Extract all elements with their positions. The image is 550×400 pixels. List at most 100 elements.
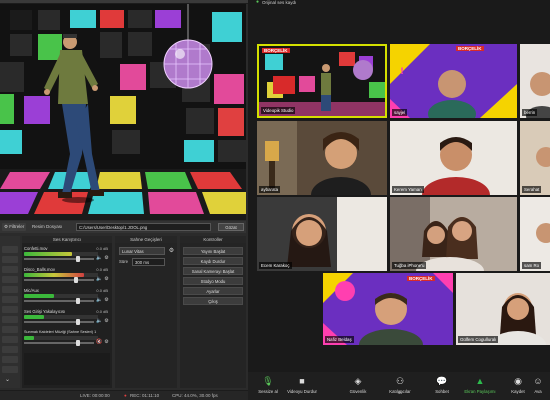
settings-button[interactable]: Ayarlar (183, 287, 243, 295)
participant-name: Videopik Studio (261, 107, 296, 114)
volume-slider[interactable] (24, 300, 94, 302)
volume-knob[interactable] (76, 256, 80, 262)
video-tile-ecem-karakoc[interactable]: Ecem Karakoç (257, 197, 387, 271)
level-meter (24, 252, 72, 256)
source-item[interactable] (2, 326, 18, 333)
source-item[interactable] (2, 266, 18, 273)
participant-video (520, 121, 550, 195)
rec-status: REC: 01:11:10 (130, 393, 160, 398)
video-tile-gulfem[interactable]: Gülfem Cogulluralı (456, 273, 550, 345)
chevron-down-icon[interactable]: ⌄ (5, 376, 10, 383)
track-db: 0.0 dB (96, 267, 108, 272)
source-item[interactable] (2, 296, 18, 303)
gear-icon[interactable]: ⚙ (104, 277, 109, 282)
video-tile-berrin[interactable]: berrin (520, 44, 550, 118)
video-tile-sam-ro[interactable]: sam Ro (520, 197, 550, 271)
volume-slider[interactable] (24, 279, 94, 281)
share-screen-icon: ▲ (475, 376, 485, 386)
source-item[interactable] (2, 246, 18, 253)
duration-label: Süre (119, 259, 129, 264)
volume-slider[interactable] (24, 342, 94, 344)
studio-mode-button[interactable]: Stüdyo Modu (183, 277, 243, 285)
controls-panel-header: Kontroller (180, 236, 246, 243)
source-item[interactable] (2, 316, 18, 323)
mixer-track: Confetti.mov 0.0 dB 🔈 ⚙ (24, 246, 110, 266)
gear-icon[interactable]: ⚙ (104, 256, 109, 261)
security-button[interactable]: ◈ Güvenlik (338, 374, 378, 398)
gear-icon[interactable]: ⚙ (104, 340, 109, 345)
stop-recording-button[interactable]: Kaydı Durdur (183, 257, 243, 265)
video-icon: ■ (299, 376, 305, 386)
start-stream-button[interactable]: Yayını Başlat (183, 247, 243, 255)
speaker-icon[interactable]: 🔈 (96, 319, 102, 324)
track-name: Disco_Balls.mov (24, 267, 55, 272)
track-name: Ses Girişi Yakalayıcısı (24, 309, 66, 314)
gear-icon[interactable]: ⚙ (104, 319, 109, 324)
reactions-button[interactable]: ☺ Ava (526, 374, 550, 398)
reactions-icon: ☺ (533, 376, 543, 386)
volume-knob[interactable] (74, 277, 78, 283)
source-item[interactable] (2, 276, 18, 283)
share-screen-label: Ekran Paylaşımı (464, 389, 496, 394)
reactions-label: Ava (534, 389, 542, 394)
video-tile-aybarata[interactable]: aybarata (257, 121, 387, 195)
disco-scene-illustration (0, 4, 246, 220)
volume-knob[interactable] (76, 340, 80, 346)
participant-name: Nafiz Beldaş (325, 336, 354, 343)
chat-icon: 💬 (436, 376, 448, 386)
audio-icon: ● (256, 0, 260, 5)
volume-knob[interactable] (76, 319, 80, 325)
participant-name: Kerem Yaman (392, 186, 424, 193)
svg-text:!: ! (400, 67, 404, 77)
exit-button[interactable]: Çıkış (183, 297, 243, 305)
share-screen-button[interactable]: ▲ Ekran Paylaşımı (460, 374, 500, 398)
video-tile-videopik-studio[interactable]: BORÇELİK Videopik Studio (257, 44, 387, 118)
transition-select[interactable]: Lunar Vitas (119, 247, 165, 255)
browse-button[interactable]: Gözat (218, 223, 244, 231)
source-item[interactable] (2, 256, 18, 263)
purple-background-graphic (323, 273, 453, 345)
speaker-icon[interactable]: 🔈 (96, 256, 102, 261)
track-name: Mic/Aux (24, 288, 39, 293)
image-path-field[interactable]: C:/Users/User/Desktop/1.JOOL.png (76, 223, 211, 231)
source-item[interactable] (2, 336, 18, 343)
mixer-track: Ses Girişi Yakalayıcısı 0.0 dB 🔈 ⚙ (24, 309, 110, 329)
participant-name: Tuğba iPhone'u (392, 262, 427, 269)
track-name: Confetti.mov (24, 246, 48, 251)
source-item[interactable] (2, 356, 18, 363)
participant-video (390, 197, 517, 271)
zoom-top-bar: ● Orijinal ses kaydı (248, 0, 550, 10)
participant-name: Ecem Karakoç (259, 262, 292, 269)
video-tile-nafiz-beldas[interactable]: BORÇELİK Nafiz Beldaş (323, 273, 453, 345)
volume-knob[interactable] (76, 298, 80, 304)
original-audio-label[interactable]: Orijinal ses kaydı (262, 0, 296, 5)
participant-name: sayjel (392, 109, 408, 116)
speaker-icon[interactable]: 🔈 (96, 277, 102, 282)
start-virtual-camera-button[interactable]: Sanal Kamerayı Başlat (183, 267, 243, 275)
record-dot-icon: ● (124, 393, 127, 398)
speaker-muted-icon[interactable]: 🔇 (96, 340, 102, 345)
video-tile-tugba-iphone[interactable]: Tuğba iPhone'u (390, 197, 517, 271)
chat-button[interactable]: 💬 Sohbet (422, 374, 462, 398)
stop-video-label: Videoyu Durdur (287, 389, 317, 394)
mic-icon: 🎙 (262, 376, 274, 386)
video-tile-sayjel[interactable]: ! BORÇELİK sayjel (390, 44, 517, 118)
source-item[interactable] (2, 346, 18, 353)
source-item[interactable] (2, 286, 18, 293)
scene-transitions-panel: Lunar Vitas ⚙ Süre 300 ms (115, 243, 177, 388)
stop-video-button[interactable]: ■ Videoyu Durdur (282, 374, 322, 398)
gear-icon[interactable]: ⚙ (104, 298, 109, 303)
speaker-icon[interactable]: 🔈 (96, 298, 102, 303)
filters-tab[interactable]: ⚙ Filtreler (2, 223, 27, 231)
participants-button[interactable]: ⚇ 49 Katılımcılar (380, 374, 420, 398)
obs-preview-canvas[interactable] (0, 4, 246, 220)
source-item[interactable] (2, 306, 18, 313)
volume-slider[interactable] (24, 258, 94, 260)
video-tile-serahat[interactable]: Serahat (520, 121, 550, 195)
video-tile-kerem-yaman[interactable]: Kerem Yaman (390, 121, 517, 195)
source-item[interactable] (2, 366, 18, 373)
gear-icon[interactable]: ⚙ (168, 247, 175, 255)
duration-field[interactable]: 300 ms (132, 258, 165, 266)
chat-label: Sohbet (435, 389, 449, 394)
volume-slider[interactable] (24, 321, 94, 323)
